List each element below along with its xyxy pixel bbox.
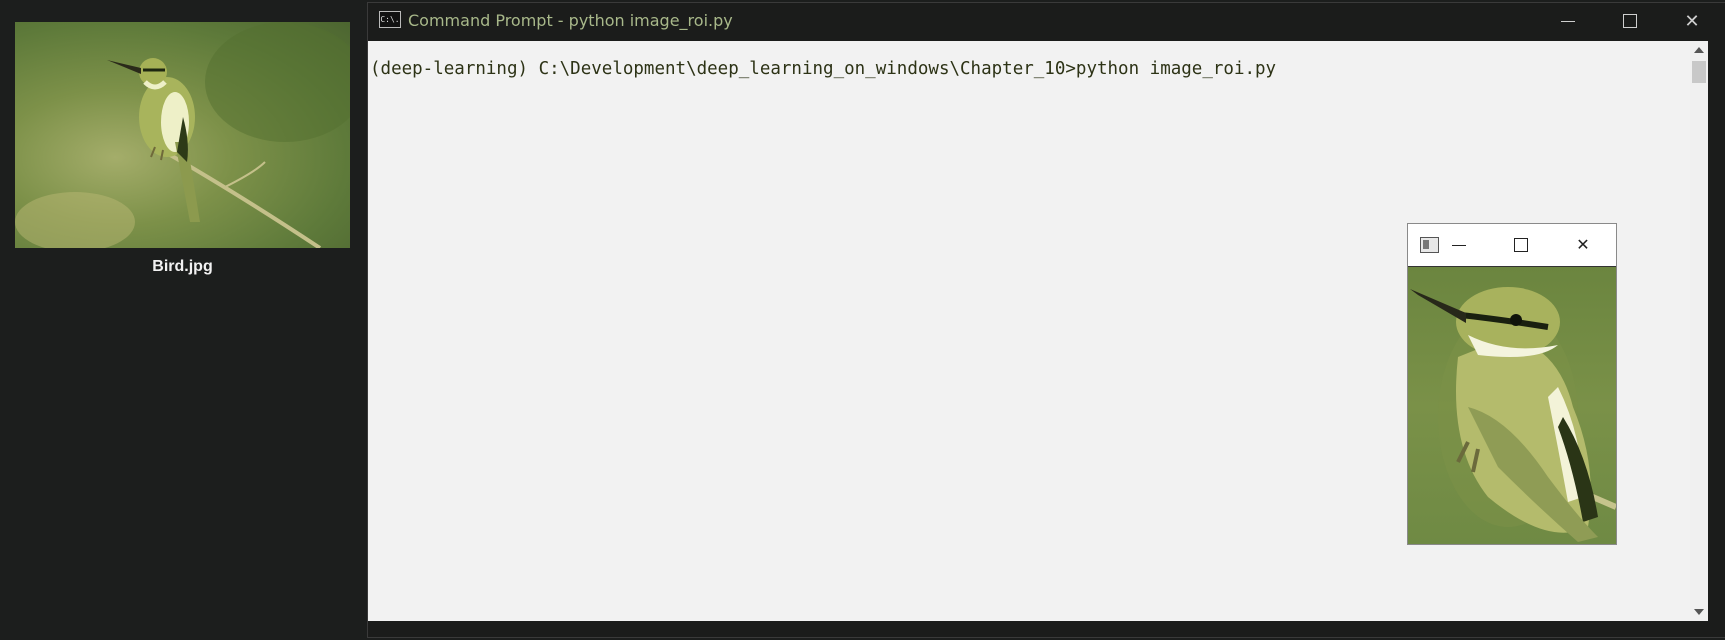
close-button[interactable]: ✕ [1662, 3, 1722, 39]
window-app-icon [1420, 237, 1439, 253]
roi-maximize-button[interactable] [1506, 232, 1536, 258]
maximize-icon [1623, 14, 1637, 28]
roi-titlebar[interactable]: ✕ [1408, 224, 1616, 266]
close-icon: ✕ [1576, 237, 1590, 254]
scrollbar-thumb[interactable] [1692, 61, 1706, 83]
roi-close-button[interactable]: ✕ [1568, 232, 1598, 258]
bird-thumbnail-image [15, 22, 350, 248]
vertical-scrollbar[interactable] [1690, 41, 1708, 621]
maximize-button[interactable] [1600, 3, 1660, 39]
scroll-up-arrow-icon[interactable] [1694, 47, 1704, 53]
bird-thumbnail[interactable] [15, 22, 350, 248]
file-preview-pane: Bird.jpg [0, 0, 362, 640]
roi-bird-image [1408, 266, 1616, 544]
roi-image-window: ✕ [1407, 223, 1617, 545]
window-title: Command Prompt - python image_roi.py [408, 11, 733, 30]
cmd-icon: C:\. [379, 11, 401, 28]
minimize-icon [1561, 20, 1575, 22]
close-icon: ✕ [1684, 10, 1700, 31]
cmd-titlebar[interactable]: C:\. Command Prompt - python image_roi.p… [368, 3, 1725, 41]
scroll-down-arrow-icon[interactable] [1694, 609, 1704, 615]
file-name-label[interactable]: Bird.jpg [15, 258, 350, 276]
roi-minimize-button[interactable] [1444, 232, 1474, 258]
minimize-icon [1452, 244, 1466, 246]
console-command-line: (deep-learning) C:\Development\deep_lear… [370, 59, 1277, 79]
maximize-icon [1514, 238, 1528, 252]
minimize-button[interactable] [1538, 3, 1598, 39]
roi-bird-image-graphic [1410, 287, 1616, 542]
